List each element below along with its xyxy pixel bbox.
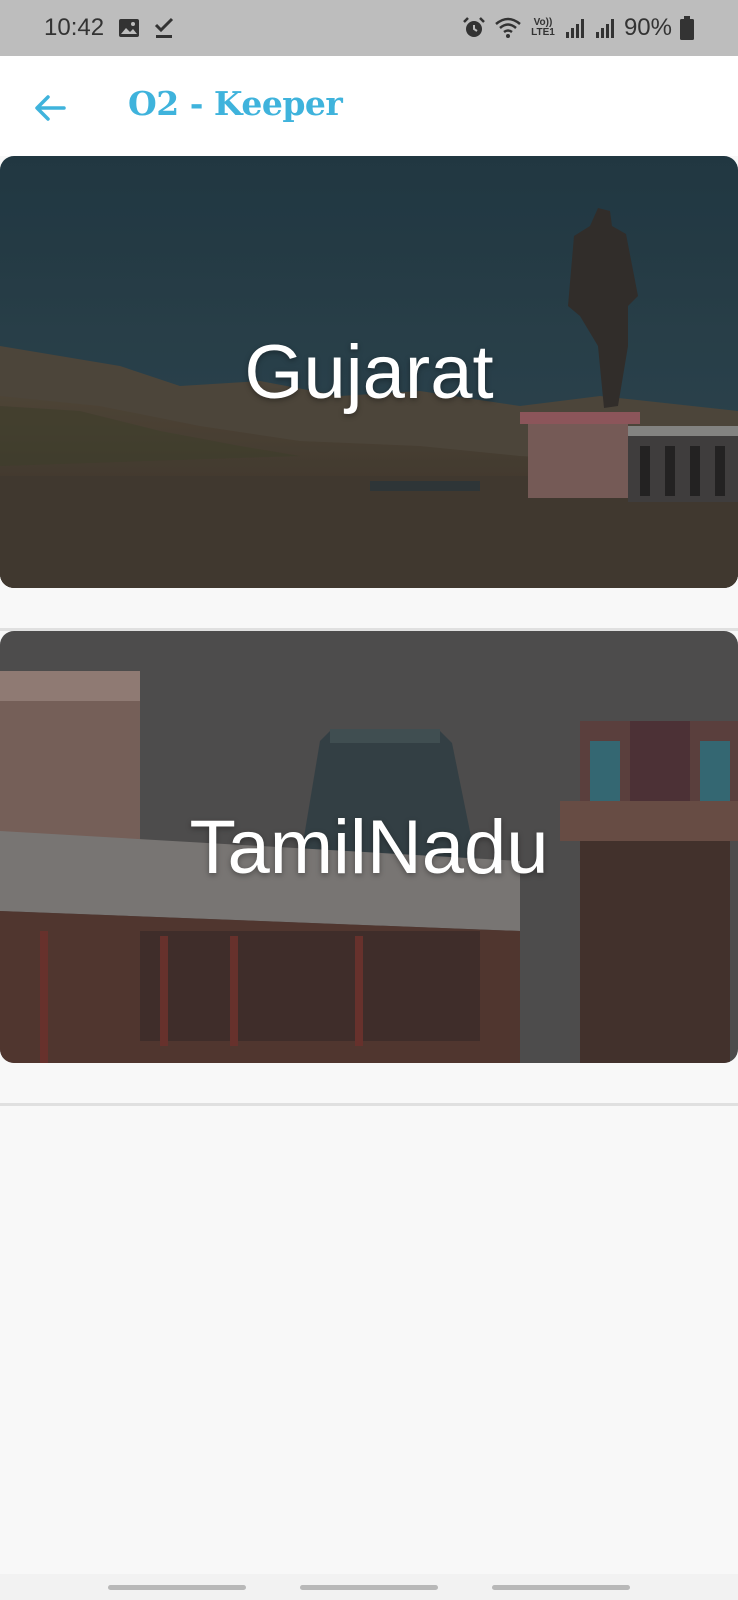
state-card-gujarat[interactable]: Gujarat [0, 156, 738, 588]
volte-icon: Vo)) LTE1 [531, 17, 555, 38]
arrow-left-icon [35, 95, 66, 121]
nav-handle-home[interactable] [300, 1585, 438, 1590]
status-bar: 10:42 Vo)) LTE1 90% [0, 0, 738, 56]
download-done-icon [154, 17, 174, 39]
state-name-tamilnadu: TamilNadu [189, 804, 549, 890]
signal-icon [594, 17, 616, 39]
app-bar: O2 - Keeper [0, 56, 738, 156]
state-name-gujarat: Gujarat [244, 329, 494, 415]
nav-handle-recent[interactable] [108, 1585, 246, 1590]
status-time: 10:42 [44, 14, 105, 41]
nav-handle-back[interactable] [492, 1585, 630, 1590]
battery-icon [680, 16, 694, 40]
state-list: Gujarat TamilNadu [0, 156, 738, 1106]
back-button[interactable] [28, 86, 72, 130]
state-card-tamilnadu[interactable]: TamilNadu [0, 631, 738, 1063]
status-left: 10:42 [44, 14, 174, 42]
list-item: Gujarat [0, 156, 738, 631]
battery-text: 90% [623, 14, 672, 41]
status-right: Vo)) LTE1 90% [462, 14, 694, 42]
app-title: O2 - Keeper [128, 84, 343, 123]
gesture-nav-bar [0, 1574, 738, 1600]
alarm-icon [462, 16, 486, 40]
wifi-icon [494, 17, 522, 39]
image-icon [118, 18, 140, 38]
list-item: TamilNadu [0, 631, 738, 1106]
signal-icon [564, 17, 586, 39]
